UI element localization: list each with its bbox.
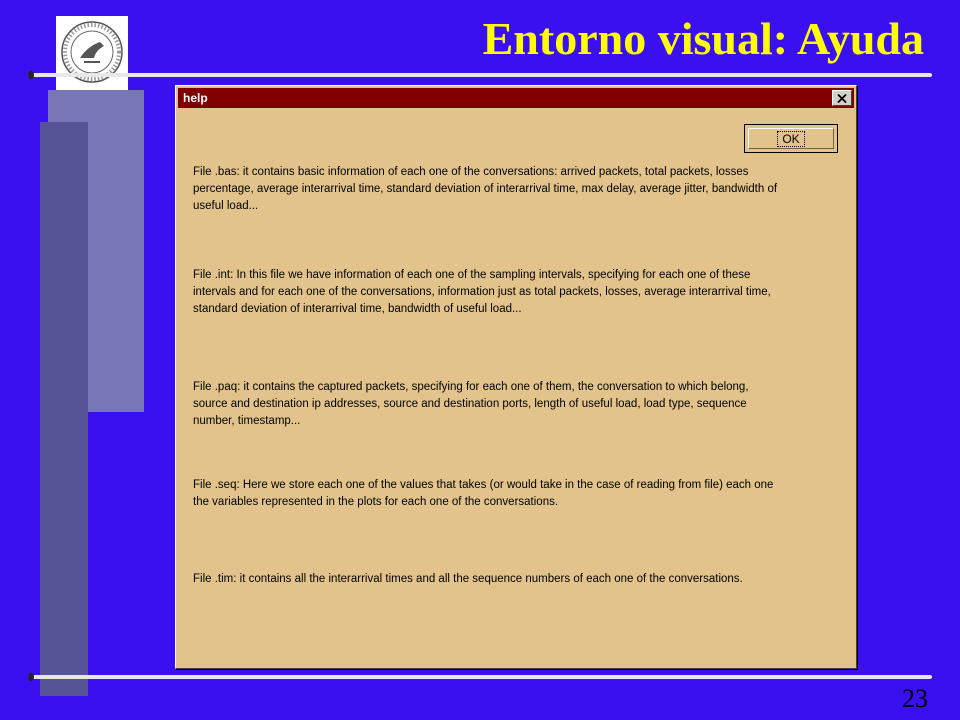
ok-button[interactable]: OK — [744, 124, 838, 153]
help-dialog: help OK File .bas: it contains basic inf… — [175, 85, 857, 669]
dialog-titlebar[interactable]: help — [178, 88, 854, 108]
bottom-rule — [28, 673, 932, 681]
help-paragraph-bas: File .bas: it contains basic information… — [193, 166, 778, 212]
help-paragraph-paq: File .paq: it contains the captured pack… — [193, 381, 749, 427]
help-paragraph-int: File .int: In this file we have informat… — [193, 269, 771, 315]
help-paragraph-tim: File .tim: it contains all the interarri… — [193, 573, 743, 585]
ok-button-label: OK — [777, 130, 805, 147]
slide-title: Entorno visual: Ayuda — [482, 13, 924, 64]
ok-button-face: OK — [748, 128, 834, 149]
help-paragraph-seq: File .seq: Here we store each one of the… — [193, 479, 774, 508]
decor-dark-bar — [40, 122, 88, 696]
close-button[interactable] — [832, 90, 852, 106]
close-icon — [837, 93, 847, 103]
page-number: 23 — [902, 684, 928, 713]
dialog-title: help — [183, 91, 208, 105]
top-rule — [28, 71, 932, 79]
